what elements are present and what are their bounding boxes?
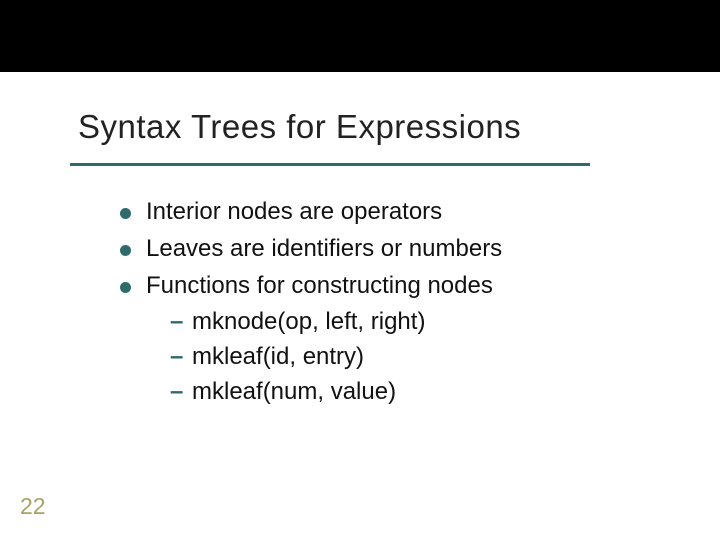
sub-bullet-text: mkleaf(id, entry) <box>192 340 364 375</box>
dash-icon: – <box>170 305 184 340</box>
title-bar: Syntax Trees for Expressions <box>30 72 720 158</box>
bullet-dot-icon <box>120 282 131 293</box>
bullet-text: Interior nodes are operators <box>146 195 442 230</box>
content-area: Interior nodes are operators Leaves are … <box>120 195 690 410</box>
sub-bullet-text: mkleaf(num, value) <box>192 375 396 410</box>
sub-bullet-item: – mknode(op, left, right) <box>170 305 690 340</box>
bullet-dot-icon <box>120 245 131 256</box>
bullet-text: Functions for constructing nodes <box>146 269 493 304</box>
bullet-item: Leaves are identifiers or numbers <box>120 232 690 267</box>
title-underline <box>70 163 590 166</box>
top-banner <box>0 0 720 72</box>
sub-bullet-list: – mknode(op, left, right) – mkleaf(id, e… <box>170 305 690 409</box>
bullet-dot-icon <box>120 208 131 219</box>
dash-icon: – <box>170 375 184 410</box>
dash-icon: – <box>170 340 184 375</box>
sub-bullet-item: – mkleaf(id, entry) <box>170 340 690 375</box>
page-number: 22 <box>20 493 46 520</box>
slide-title: Syntax Trees for Expressions <box>78 108 700 146</box>
sub-bullet-text: mknode(op, left, right) <box>192 305 425 340</box>
bullet-item: Functions for constructing nodes <box>120 269 690 304</box>
bullet-item: Interior nodes are operators <box>120 195 690 230</box>
sub-bullet-item: – mkleaf(num, value) <box>170 375 690 410</box>
bullet-text: Leaves are identifiers or numbers <box>146 232 502 267</box>
slide: Syntax Trees for Expressions Interior no… <box>0 0 720 540</box>
